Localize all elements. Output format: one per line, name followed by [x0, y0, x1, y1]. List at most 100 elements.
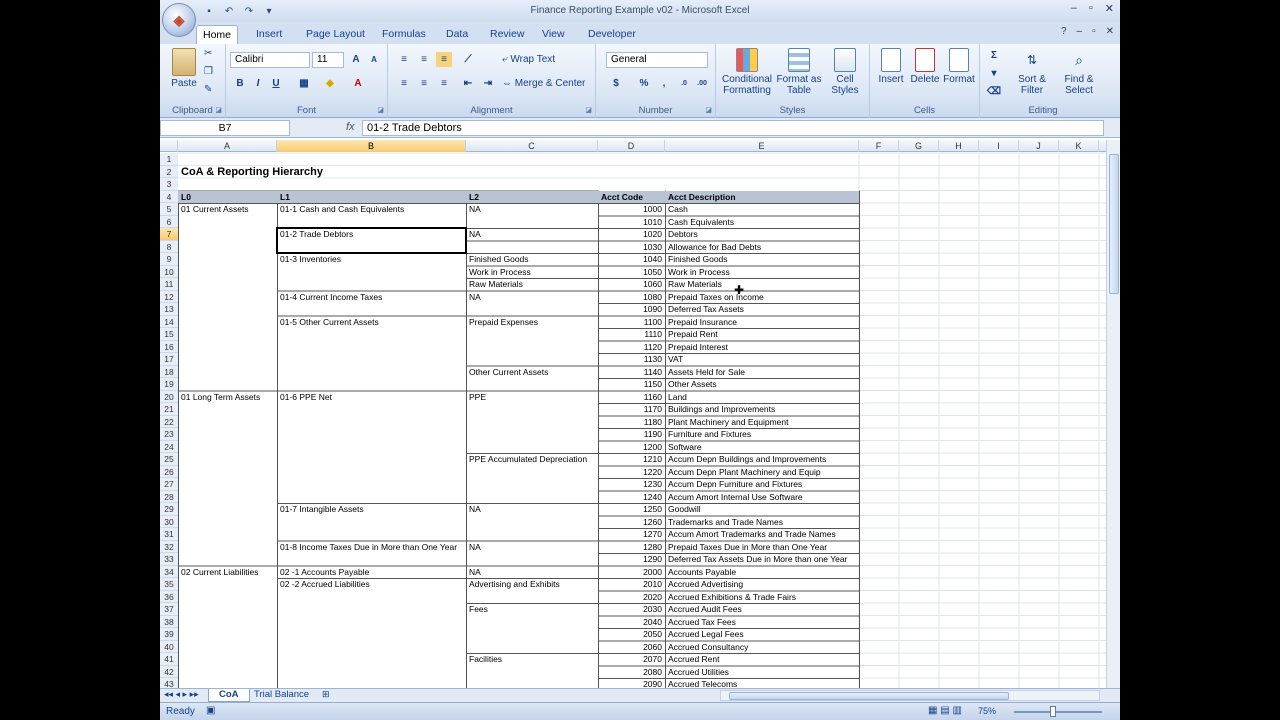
l2-cell[interactable]: NA — [467, 228, 598, 241]
conditional-formatting-button[interactable]: Conditional Formatting — [720, 48, 774, 96]
l1-cell[interactable]: 01-5 Other Current Assets — [278, 316, 466, 329]
shrink-font-icon[interactable]: A — [366, 52, 382, 67]
acct-code-cell[interactable]: 1030 — [599, 241, 665, 254]
acct-code-cell[interactable]: 1210 — [599, 453, 665, 466]
formula-input[interactable]: 01-2 Trade Debtors — [362, 120, 1104, 136]
workbook-restore-button[interactable]: ▫ — [1092, 26, 1096, 37]
l2-cell[interactable]: NA — [467, 503, 598, 516]
l2-cell[interactable]: PPE Accumulated Depreciation — [467, 453, 598, 466]
vertical-scroll-thumb[interactable] — [1109, 154, 1119, 294]
acct-description-cell[interactable]: Assets Held for Sale — [666, 366, 859, 379]
zoom-slider-thumb[interactable] — [1050, 706, 1056, 717]
align-middle-icon[interactable]: ≡ — [416, 52, 432, 67]
office-button[interactable]: ◈ — [162, 3, 196, 37]
percent-icon[interactable]: % — [636, 76, 652, 91]
tab-home[interactable]: Home — [196, 25, 239, 44]
l2-cell[interactable]: NA — [467, 541, 598, 554]
l0-cell[interactable]: 01 Long Term Assets — [179, 391, 277, 404]
acct-description-cell[interactable]: Accounts Payable — [666, 566, 859, 579]
acct-description-cell[interactable]: Other Assets — [666, 378, 859, 391]
acct-description-cell[interactable]: Goodwill — [666, 503, 859, 516]
l2-cell[interactable]: Prepaid Expenses — [467, 316, 598, 329]
acct-code-cell[interactable]: 2020 — [599, 591, 665, 604]
align-left-icon[interactable]: ≡ — [396, 76, 412, 91]
acct-description-cell[interactable]: Work in Process — [666, 266, 859, 279]
acct-code-cell[interactable]: 1050 — [599, 266, 665, 279]
acct-description-cell[interactable]: Accum Amort Trademarks and Trade Names — [666, 528, 859, 541]
acct-description-cell[interactable]: Accrued Audit Fees — [666, 603, 859, 616]
acct-description-cell[interactable]: Accum Amort Internal Use Software — [666, 491, 859, 504]
acct-code-cell[interactable]: 1040 — [599, 253, 665, 266]
acct-code-cell[interactable]: 2010 — [599, 578, 665, 591]
acct-code-cell[interactable]: 1130 — [599, 353, 665, 366]
acct-code-cell[interactable]: 2060 — [599, 641, 665, 654]
format-cells-button[interactable]: Format — [942, 48, 976, 85]
fill-color-icon[interactable]: ◆ — [322, 76, 338, 91]
l1-cell[interactable]: 01-8 Income Taxes Due in More than One Y… — [278, 541, 466, 554]
l2-cell[interactable]: NA — [467, 203, 598, 216]
fill-icon[interactable]: ▾ — [986, 66, 1002, 81]
header-l2[interactable]: L2 — [467, 190, 598, 203]
acct-description-cell[interactable]: Prepaid Rent — [666, 328, 859, 341]
acct-description-cell[interactable]: Accum Depn Furniture and Fixtures — [666, 478, 859, 491]
acct-description-cell[interactable]: Debtors — [666, 228, 859, 241]
minimize-button[interactable]: – — [1071, 2, 1077, 15]
acct-description-cell[interactable]: Land — [666, 391, 859, 404]
l2-cell[interactable]: Raw Materials — [467, 278, 598, 291]
align-top-icon[interactable]: ≡ — [396, 52, 412, 67]
header-l1[interactable]: L1 — [278, 190, 466, 203]
tab-insert[interactable]: Insert — [256, 25, 282, 44]
workbook-minimize-button[interactable]: – — [1077, 26, 1083, 37]
acct-description-cell[interactable]: Furniture and Fixtures — [666, 428, 859, 441]
l2-cell[interactable]: Facilities — [467, 653, 598, 666]
font-launcher-icon[interactable]: ◪ — [377, 106, 384, 114]
increase-indent-icon[interactable]: ⇥ — [480, 76, 496, 91]
header-acct-code[interactable]: Acct Code — [599, 190, 665, 203]
acct-code-cell[interactable]: 1200 — [599, 441, 665, 454]
paste-button[interactable]: Paste — [166, 48, 202, 89]
sheet-tab-trial-balance[interactable]: Trial Balance — [244, 689, 319, 702]
acct-description-cell[interactable]: Prepaid Insurance — [666, 316, 859, 329]
tab-developer[interactable]: Developer — [588, 25, 636, 44]
bold-icon[interactable]: B — [232, 76, 248, 91]
merge-center-button[interactable]: ⇔ Merge & Center — [502, 78, 585, 89]
l1-cell[interactable]: 02 -1 Accounts Payable — [278, 566, 466, 579]
decrease-decimal-icon[interactable]: .00 — [694, 76, 710, 91]
acct-code-cell[interactable]: 1170 — [599, 403, 665, 416]
decrease-indent-icon[interactable]: ⇤ — [460, 76, 476, 91]
acct-code-cell[interactable]: 2070 — [599, 653, 665, 666]
header-acct-description[interactable]: Acct Description — [666, 190, 859, 203]
acct-description-cell[interactable]: Cash — [666, 203, 859, 216]
acct-description-cell[interactable]: Raw Materials — [666, 278, 859, 291]
copy-icon[interactable]: ❐ — [204, 66, 213, 77]
insert-function-icon[interactable]: fx — [346, 121, 355, 133]
increase-decimal-icon[interactable]: .0 — [676, 76, 692, 91]
sheet-title[interactable]: CoA & Reporting Hierarchy — [179, 166, 479, 179]
maximize-button[interactable]: ▫ — [1089, 2, 1093, 15]
acct-description-cell[interactable]: Accrued Advertising — [666, 578, 859, 591]
zoom-level[interactable]: 75% — [978, 706, 996, 716]
align-bottom-icon[interactable]: ≡ — [436, 52, 452, 67]
tab-page-layout[interactable]: Page Layout — [306, 25, 365, 44]
l0-cell[interactable]: 02 Current Liabilities — [179, 566, 277, 579]
underline-icon[interactable]: U — [268, 76, 284, 91]
acct-code-cell[interactable]: 2080 — [599, 666, 665, 679]
tab-view[interactable]: View — [542, 25, 565, 44]
macro-record-icon[interactable]: ▣ — [206, 705, 215, 716]
acct-description-cell[interactable]: Accum Depn Plant Machinery and Equip — [666, 466, 859, 479]
acct-description-cell[interactable]: Cash Equivalents — [666, 216, 859, 229]
l2-cell[interactable]: Other Current Assets — [467, 366, 598, 379]
acct-code-cell[interactable]: 1250 — [599, 503, 665, 516]
acct-code-cell[interactable]: 2050 — [599, 628, 665, 641]
acct-description-cell[interactable]: Accrued Telecoms — [666, 678, 859, 688]
acct-description-cell[interactable]: Prepaid Interest — [666, 341, 859, 354]
vertical-scrollbar[interactable] — [1106, 140, 1120, 688]
l1-cell[interactable]: 01-3 Inventories — [278, 253, 466, 266]
acct-code-cell[interactable]: 1060 — [599, 278, 665, 291]
l1-cell[interactable]: 01-7 Intangible Assets — [278, 503, 466, 516]
orientation-icon[interactable]: ⟋ — [460, 52, 476, 67]
zoom-slider[interactable] — [1014, 706, 1102, 717]
acct-code-cell[interactable]: 1180 — [599, 416, 665, 429]
italic-icon[interactable]: I — [250, 76, 266, 91]
acct-description-cell[interactable]: Accrued Legal Fees — [666, 628, 859, 641]
